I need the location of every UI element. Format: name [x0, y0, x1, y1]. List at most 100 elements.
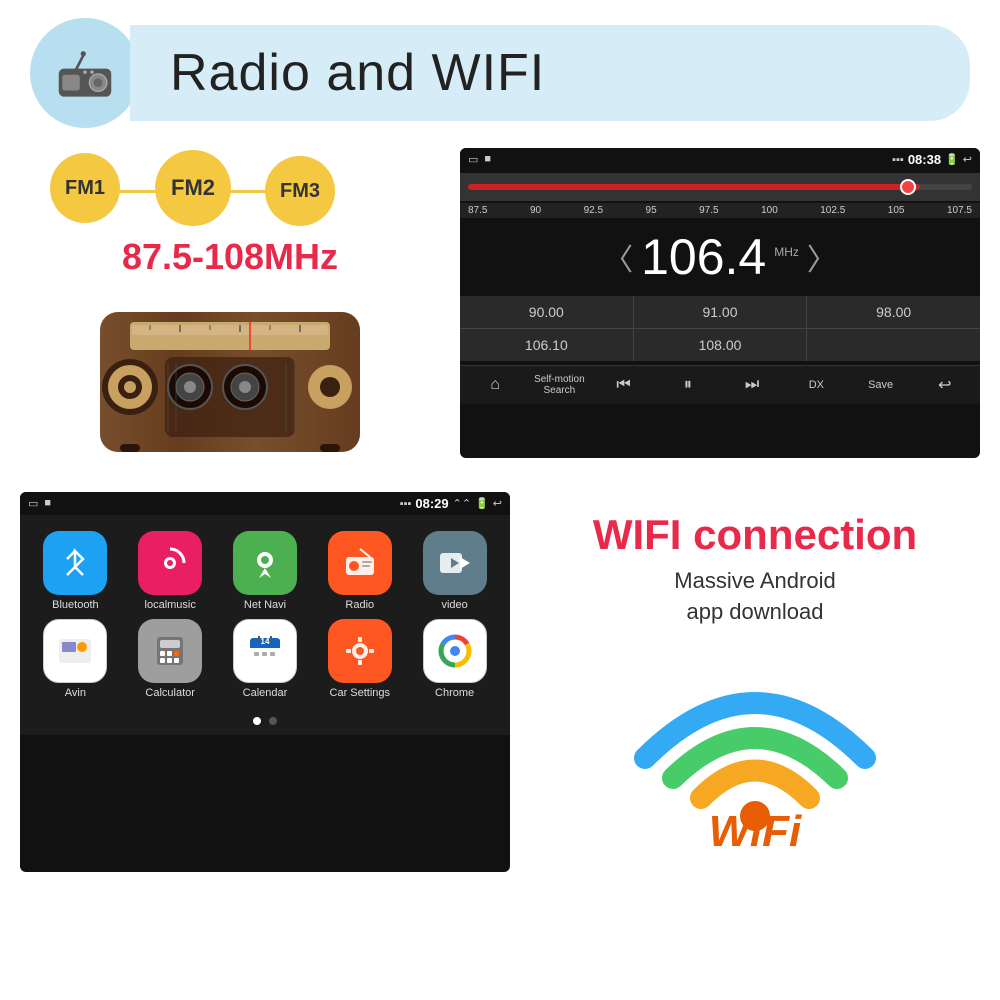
app-carsettings[interactable]: Car Settings — [316, 619, 403, 699]
app-localmusic-label: localmusic — [145, 599, 196, 611]
back-icon: ↩ — [938, 375, 951, 395]
app-avin[interactable]: Avin — [32, 619, 119, 699]
calendar-icon: 14 — [233, 619, 297, 683]
as-expand-icon: ⌃⌃ — [453, 497, 471, 510]
app-video[interactable]: video — [411, 531, 498, 611]
as-battery-icon: 🔋 — [475, 497, 489, 510]
rs-save-btn[interactable]: Save — [850, 375, 912, 395]
as-square-icon: ■ — [44, 497, 51, 510]
rs-selfmotion-label: Self-motionSearch — [534, 374, 585, 396]
bluetooth-icon — [43, 531, 107, 595]
app-calendar-label: Calendar — [243, 687, 288, 699]
video-icon — [423, 531, 487, 595]
rs-controls: ⌂ Self-motionSearch ⏮ ⏸ ⏭ DX Save ↩ — [460, 365, 980, 404]
rs-selfmotion-btn[interactable]: Self-motionSearch — [528, 370, 590, 400]
rs-preset-empty — [807, 329, 980, 361]
rs-preset-3[interactable]: 98.00 — [807, 296, 980, 328]
rs-presets: 90.00 91.00 98.00 106.10 108.00 — [460, 296, 980, 361]
dot-1[interactable] — [253, 717, 261, 725]
radio-icon — [50, 38, 120, 108]
radio-app-icon — [328, 531, 392, 595]
wifi-svg: WiFi — [625, 648, 885, 848]
as-signal-icon: ▪▪▪ — [400, 498, 412, 510]
rs-pause-btn[interactable]: ⏸ — [657, 372, 719, 398]
rs-preset-1[interactable]: 90.00 — [460, 296, 633, 328]
rs-time: 08:38 — [908, 152, 941, 167]
svg-text:WiFi: WiFi — [709, 807, 802, 848]
fm-frequency: 87.5-108MHz — [20, 228, 440, 282]
app-calculator[interactable]: Calculator — [127, 619, 214, 699]
app-netnavi[interactable]: Net Navi — [222, 531, 309, 611]
rs-progress-bar[interactable] — [460, 173, 980, 201]
rs-freq-right-arrow[interactable]: 〉 — [807, 235, 837, 279]
header-icon-circle — [30, 18, 140, 128]
wifi-title: WIFI connection — [593, 512, 917, 558]
dot-2[interactable] — [269, 717, 277, 725]
calculator-icon — [138, 619, 202, 683]
app-netnavi-label: Net Navi — [244, 599, 286, 611]
rs-freq-left-arrow[interactable]: 〈 — [603, 235, 633, 279]
app-calendar[interactable]: 14 Calendar — [222, 619, 309, 699]
prev-icon: ⏮ — [616, 376, 630, 394]
rs-prev-btn[interactable]: ⏮ — [593, 372, 655, 398]
apps-grid: Bluetooth localmusic — [20, 515, 510, 707]
as-statusbar: ▭ ■ ▪▪▪ 08:29 ⌃⌃ 🔋 ↩ — [20, 492, 510, 515]
radio-image — [90, 292, 370, 462]
header: Radio and WIFI — [0, 0, 1000, 138]
rs-save-label: Save — [868, 379, 893, 391]
rs-freq-value: 106.4 — [641, 228, 766, 286]
as-status-left: ▭ ■ — [28, 497, 51, 510]
rs-preset-4[interactable]: 106.10 — [460, 329, 633, 361]
rs-status-left: ▭ ■ — [468, 153, 491, 166]
rs-preset-2[interactable]: 91.00 — [634, 296, 807, 328]
header-title-bg: Radio and WIFI — [130, 25, 970, 121]
as-time: 08:29 — [415, 496, 448, 511]
rs-home-btn[interactable]: ⌂ — [464, 372, 526, 398]
rs-dx-label: DX — [809, 379, 824, 391]
rs-freq-labels: 87.5 90 92.5 95 97.5 100 102.5 105 107.5 — [460, 203, 980, 218]
rs-main-freq-display: 〈 106.4 MHz 〉 — [460, 218, 980, 292]
next-icon: ⏭ — [745, 376, 759, 394]
app-video-label: video — [441, 599, 467, 611]
rs-next-btn[interactable]: ⏭ — [721, 372, 783, 398]
avin-icon — [43, 619, 107, 683]
home-icon: ⌂ — [490, 376, 500, 394]
radio-illustration — [90, 292, 370, 462]
rs-preset-5[interactable]: 108.00 — [634, 329, 807, 361]
rs-progress-dot — [900, 179, 916, 195]
android-screen: ▭ ■ ▪▪▪ 08:29 ⌃⌃ 🔋 ↩ — [20, 492, 510, 872]
rs-back-btn[interactable]: ↩ — [914, 371, 976, 399]
app-calculator-label: Calculator — [145, 687, 195, 699]
page-title: Radio and WIFI — [170, 44, 545, 102]
svg-text:14: 14 — [261, 637, 270, 646]
app-radio-label: Radio — [345, 599, 374, 611]
app-localmusic[interactable]: localmusic — [127, 531, 214, 611]
bottom-section: ▭ ■ ▪▪▪ 08:29 ⌃⌃ 🔋 ↩ — [0, 482, 1000, 882]
app-bluetooth-label: Bluetooth — [52, 599, 98, 611]
rs-statusbar: ▭ ■ ▪▪▪ 08:38 🔋 ↩ — [460, 148, 980, 171]
localmusic-icon — [138, 531, 202, 595]
fm2-bubble: FM2 — [155, 150, 231, 226]
rs-status-right: ▪▪▪ 08:38 🔋 ↩ — [892, 152, 972, 167]
as-status-right: ▪▪▪ 08:29 ⌃⌃ 🔋 ↩ — [400, 496, 502, 511]
radio-screen: ▭ ■ ▪▪▪ 08:38 🔋 ↩ 87.5 90 92.5 95 97.5 1… — [460, 148, 980, 458]
rs-square-icon: ■ — [484, 153, 491, 166]
fm-section: FM1 FM2 FM3 87.5-108MHz — [20, 148, 440, 472]
wifi-subtitle: Massive Androidapp download — [674, 566, 835, 628]
pause-icon: ⏸ — [684, 376, 692, 394]
page-dots — [20, 707, 510, 735]
fm1-bubble: FM1 — [50, 153, 120, 223]
app-bluetooth[interactable]: Bluetooth — [32, 531, 119, 611]
rs-dx-btn[interactable]: DX — [785, 375, 847, 395]
fm3-bubble: FM3 — [265, 156, 335, 226]
wifi-section: WIFI connection Massive Androidapp downl… — [530, 492, 980, 872]
rs-progress-fill — [468, 184, 920, 190]
as-back-icon: ↩ — [493, 497, 502, 510]
fm-bubbles: FM1 FM2 FM3 — [20, 148, 440, 228]
app-chrome[interactable]: Chrome — [411, 619, 498, 699]
rs-signal-icon: ▪▪▪ — [892, 154, 904, 166]
app-radio[interactable]: Radio — [316, 531, 403, 611]
wifi-logo: WiFi — [625, 648, 885, 848]
app-chrome-label: Chrome — [435, 687, 474, 699]
netnavi-icon — [233, 531, 297, 595]
